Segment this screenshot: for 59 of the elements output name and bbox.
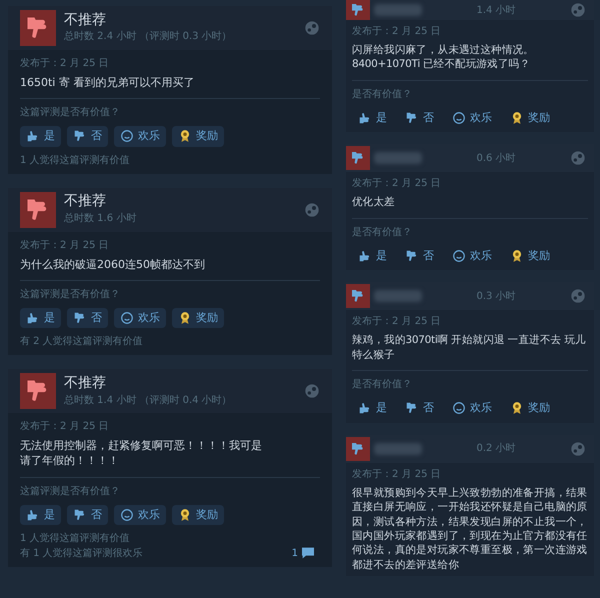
vote-button[interactable]: 欢乐 xyxy=(114,504,166,525)
review-text: 辣鸡，我的3070ti啊 开始就闪退 一直进不去 玩儿特么猴子 xyxy=(352,333,587,362)
playtime-text: 0.6 小时 xyxy=(475,152,517,166)
vote-button[interactable]: 是 xyxy=(352,246,393,266)
vote-button[interactable]: 否 xyxy=(67,504,108,525)
verdict-title: 不推荐 xyxy=(64,193,107,211)
vote-button[interactable]: 奖励 xyxy=(504,108,556,128)
vote-button[interactable]: 是 xyxy=(20,308,61,328)
review-text: 1650ti 寄 看到的兄弟可以不用买了 xyxy=(20,75,196,90)
vote-button[interactable]: 奖励 xyxy=(504,246,556,266)
vote-button[interactable]: 奖励 xyxy=(172,504,224,525)
playtime-text: 0.2 小时 xyxy=(475,442,517,456)
vote-button[interactable]: 欢乐 xyxy=(446,246,498,266)
post-date: 发布于：2 月 25 日 xyxy=(352,315,442,330)
playtime-text: 1.4 小时 xyxy=(475,4,517,18)
post-date: 发布于：2 月 25 日 xyxy=(20,57,110,71)
vote-button[interactable]: 奖励 xyxy=(172,308,224,328)
vote-button[interactable]: 是 xyxy=(352,108,393,128)
vote-button[interactable]: 欢乐 xyxy=(446,398,498,419)
vote-button[interactable]: 是 xyxy=(352,398,393,419)
review-text: 为什么我的破逼2060连50帧都达不到 xyxy=(20,256,206,272)
comment-count: 1 xyxy=(292,546,298,560)
vote-button[interactable]: 是 xyxy=(20,504,61,525)
review-text: 很早就预购到今天早上兴致勃勃的准备开搞，结果直接白屏无响应，一开始我还怀疑是自己电脑的原因，测试各种方法，结果发现白屏的不止我一个，国内国外玩家都遇到了，到现在为止官方都没有任何说法，真的是对玩家不尊重至极，第一次连游戏都进不去的差评送给你 xyxy=(352,486,588,572)
post-date: 发布于：2 月 25 日 xyxy=(20,238,110,253)
verdict-title: 不推荐 xyxy=(64,12,107,30)
vote-button[interactable]: 欢乐 xyxy=(114,126,166,147)
playtime-text: 总时数 2.4 小时 （评测时 0.3 小时） xyxy=(64,30,233,44)
vote-button[interactable]: 否 xyxy=(399,398,440,419)
post-date: 发布于：2 月 25 日 xyxy=(352,177,442,192)
verdict-title: 不推荐 xyxy=(64,375,107,392)
helpful-question: 是否有价值？ xyxy=(352,88,413,102)
playtime-text: 总时数 1.4 小时 （评测时 0.4 小时） xyxy=(64,394,233,408)
helpful-question: 这篇评测是否有价值？ xyxy=(20,484,121,498)
helpful-question: 是否有价值？ xyxy=(352,226,413,240)
post-date: 发布于：2 月 25 日 xyxy=(352,468,442,482)
review-text: 无法使用控制器，赶紧修复啊可恶！！！！我可是请了年假的！！！！ xyxy=(20,438,263,468)
vote-button[interactable]: 否 xyxy=(67,126,108,147)
helpful-question: 是否有价值？ xyxy=(352,378,413,392)
vote-button[interactable]: 否 xyxy=(399,246,440,266)
vote-button[interactable]: 奖励 xyxy=(172,126,224,147)
review-text: 优化太差 xyxy=(352,195,396,210)
playtime-text: 总时数 1.6 小时 xyxy=(64,212,138,226)
vote-button[interactable]: 奖励 xyxy=(504,398,556,419)
vote-button[interactable]: 欢乐 xyxy=(446,108,498,128)
helpful-count: 1 人觉得这篇评测有价值 xyxy=(20,154,131,168)
vote-button[interactable]: 欢乐 xyxy=(114,308,166,328)
helpful-question: 这篇评测是否有价值？ xyxy=(20,288,121,302)
vote-button[interactable]: 否 xyxy=(399,108,440,128)
post-date: 发布于：2 月 25 日 xyxy=(352,25,442,39)
vote-button[interactable]: 否 xyxy=(67,308,108,328)
playtime-text: 0.3 小时 xyxy=(475,290,517,304)
post-date: 发布于：2 月 25 日 xyxy=(20,420,110,434)
review-text: 闪屏给我闪麻了，从未遇过这种情况。8400+1070Ti 已经不配玩游戏了吗？ xyxy=(352,43,535,72)
vote-button[interactable]: 是 xyxy=(20,126,61,147)
helpful-question: 这篇评测是否有价值？ xyxy=(20,106,121,120)
helpful-count: 有 2 人觉得这篇评测有价值 xyxy=(20,334,144,350)
helpful-count: 有 1 人觉得这篇评测很欢乐 xyxy=(20,546,144,561)
helpful-count: 1 人觉得这篇评测有价值 xyxy=(20,532,131,546)
